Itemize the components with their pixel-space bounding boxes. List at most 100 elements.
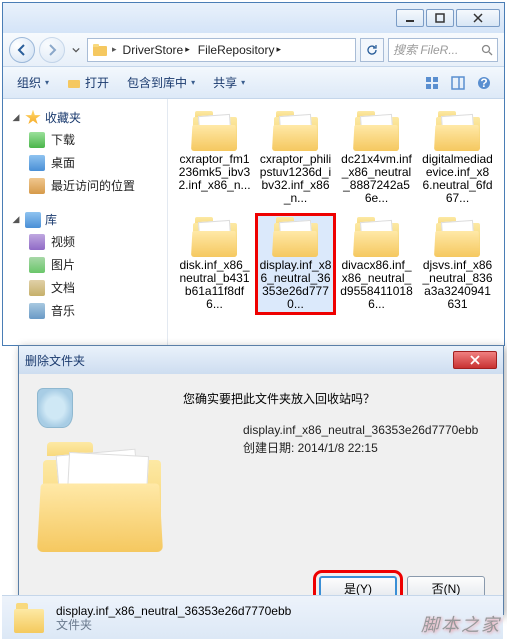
maximize-button[interactable] (426, 9, 454, 27)
chevron-right-icon: ▸ (276, 44, 281, 55)
refresh-icon (366, 44, 378, 56)
folder-item[interactable]: cxraptor_philipstuv1236d_ibv32.inf_x86_n… (257, 109, 334, 207)
sidebar-item-documents[interactable]: 文档 (7, 276, 163, 299)
nav-history-dropdown[interactable] (69, 41, 83, 59)
view-options-button[interactable] (420, 71, 444, 95)
folder-label: cxraptor_philipstuv1236d_ibv32.inf_x86_n… (259, 153, 332, 205)
folder-icon (191, 217, 239, 257)
forward-button[interactable] (39, 37, 65, 63)
folder-item[interactable]: divacx86.inf_x86_neutral_d95584110186... (338, 215, 415, 313)
preview-pane-button[interactable] (446, 71, 470, 95)
sidebar-item-downloads[interactable]: 下载 (7, 128, 163, 151)
folder-item[interactable]: cxraptor_fm1236mk5_ibv32.inf_x86_n... (176, 109, 253, 207)
help-icon: ? (476, 75, 492, 91)
search-input[interactable]: 搜索 FileR... (388, 38, 498, 62)
dialog-icons (37, 388, 167, 552)
folder-label: djsvs.inf_x86_neutral_836a3a3240941631 (421, 259, 494, 311)
libraries-header[interactable]: ◢库 (7, 209, 163, 230)
chevron-down-icon: ▾ (45, 78, 49, 87)
close-icon (470, 355, 480, 365)
details-type: 文件夹 (56, 618, 291, 632)
desktop-icon (29, 155, 45, 171)
folder-label: disk.inf_x86_neutral_b431b61a11f8df6... (178, 259, 251, 311)
chevron-down-icon (72, 46, 80, 54)
open-folder-icon (67, 76, 81, 90)
dialog-titlebar: 删除文件夹 (19, 346, 503, 374)
share-button[interactable]: 共享▾ (207, 71, 251, 95)
navbar: ▸ DriverStore▸ FileRepository▸ 搜索 FileR.… (3, 33, 504, 67)
libraries-group: ◢库 视频 图片 文档 音乐 (7, 209, 163, 322)
folder-icon (191, 111, 239, 151)
titlebar (3, 3, 504, 33)
dialog-title-text: 删除文件夹 (25, 352, 453, 369)
folder-icon (353, 111, 401, 151)
folder-label: display.inf_x86_neutral_36353e26d7770... (259, 259, 332, 311)
chevron-down-icon: ▾ (191, 78, 195, 87)
video-icon (29, 234, 45, 250)
open-button[interactable]: 打开 (61, 71, 115, 95)
library-icon (25, 212, 41, 228)
sidebar-item-videos[interactable]: 视频 (7, 230, 163, 253)
dialog-close-button[interactable] (453, 351, 497, 369)
recycle-bin-icon (37, 388, 73, 428)
toolbar: 组织▾ 打开 包含到库中▾ 共享▾ ? (3, 67, 504, 99)
folder-item[interactable]: dc21x4vm.inf_x86_neutral_8887242a56e... (338, 109, 415, 207)
dialog-filename: display.inf_x86_neutral_36353e26d7770ebb (243, 421, 485, 439)
search-icon (481, 44, 493, 56)
details-filename: display.inf_x86_neutral_36353e26d7770ebb (56, 604, 291, 618)
picture-icon (29, 257, 45, 273)
path-separator-icon: ▸ (112, 44, 117, 55)
recent-icon (29, 178, 45, 194)
folder-item-selected[interactable]: display.inf_x86_neutral_36353e26d7770... (257, 215, 334, 313)
folder-label: digitalmediadevice.inf_x86.neutral_6fd67… (421, 153, 494, 205)
details-text: display.inf_x86_neutral_36353e26d7770ebb… (56, 604, 291, 632)
dialog-created-date: 创建日期: 2014/1/8 22:15 (243, 439, 485, 457)
pane-icon (450, 75, 466, 91)
details-pane: display.inf_x86_neutral_36353e26d7770ebb… (2, 595, 503, 639)
sidebar-item-desktop[interactable]: 桌面 (7, 151, 163, 174)
dialog-text: 您确实要把此文件夹放入回收站吗？ display.inf_x86_neutral… (183, 388, 485, 552)
dialog-body: 您确实要把此文件夹放入回收站吗？ display.inf_x86_neutral… (19, 374, 503, 566)
folder-preview-icon (37, 442, 167, 552)
document-icon (29, 280, 45, 296)
folder-item[interactable]: disk.inf_x86_neutral_b431b61a11f8df6... (176, 215, 253, 313)
sidebar-item-music[interactable]: 音乐 (7, 299, 163, 322)
svg-text:?: ? (480, 76, 487, 90)
path-seg-driverstore[interactable]: DriverStore▸ (121, 43, 192, 57)
chevron-down-icon: ▾ (241, 78, 245, 87)
close-button[interactable] (456, 9, 500, 27)
folder-icon (12, 603, 46, 633)
refresh-button[interactable] (360, 38, 384, 62)
favorites-header[interactable]: ◢收藏夹 (7, 107, 163, 128)
content-area: ◢收藏夹 下载 桌面 最近访问的位置 ◢库 视频 图片 文档 音乐 cxrapt… (3, 99, 504, 345)
include-library-button[interactable]: 包含到库中▾ (121, 71, 201, 95)
download-icon (29, 132, 45, 148)
sidebar-item-pictures[interactable]: 图片 (7, 253, 163, 276)
file-grid[interactable]: cxraptor_fm1236mk5_ibv32.inf_x86_n... cx… (168, 99, 504, 345)
folder-icon (272, 111, 320, 151)
minimize-icon (405, 13, 415, 23)
view-icon (424, 75, 440, 91)
folder-icon (353, 217, 401, 257)
delete-confirm-dialog: 删除文件夹 您确实要把此文件夹放入回收站吗？ display.inf_x86_n… (18, 345, 504, 615)
close-icon (473, 13, 483, 23)
minimize-button[interactable] (396, 9, 424, 27)
forward-arrow-icon (46, 44, 58, 56)
back-button[interactable] (9, 37, 35, 63)
folder-icon (272, 217, 320, 257)
folder-item[interactable]: digitalmediadevice.inf_x86.neutral_6fd67… (419, 109, 496, 207)
collapse-icon: ◢ (11, 112, 21, 123)
sidebar-item-recent[interactable]: 最近访问的位置 (7, 174, 163, 197)
path-seg-filerepository[interactable]: FileRepository▸ (196, 43, 283, 57)
folder-item[interactable]: djsvs.inf_x86_neutral_836a3a3240941631 (419, 215, 496, 313)
organize-button[interactable]: 组织▾ (11, 71, 55, 95)
favorites-group: ◢收藏夹 下载 桌面 最近访问的位置 (7, 107, 163, 197)
sidebar: ◢收藏夹 下载 桌面 最近访问的位置 ◢库 视频 图片 文档 音乐 (3, 99, 168, 345)
collapse-icon: ◢ (11, 214, 21, 225)
help-button[interactable]: ? (472, 71, 496, 95)
address-bar[interactable]: ▸ DriverStore▸ FileRepository▸ (87, 38, 356, 62)
folder-icon (434, 217, 482, 257)
back-arrow-icon (16, 44, 28, 56)
folder-label: divacx86.inf_x86_neutral_d95584110186... (340, 259, 413, 311)
folder-label: dc21x4vm.inf_x86_neutral_8887242a56e... (340, 153, 413, 205)
